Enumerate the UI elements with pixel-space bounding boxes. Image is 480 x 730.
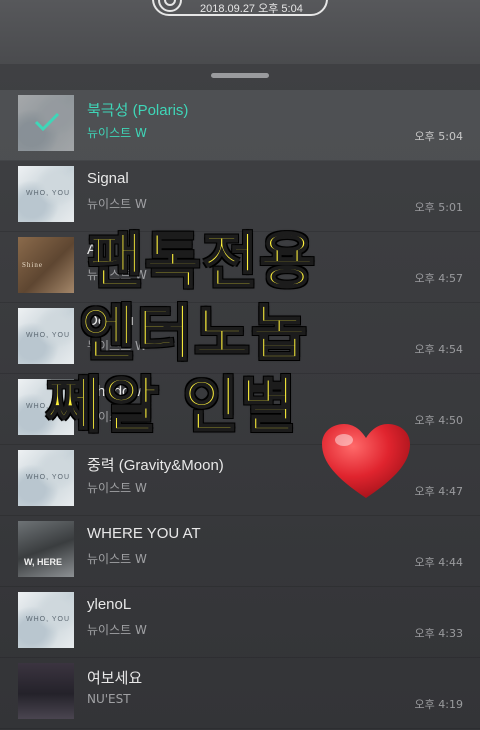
- song-row[interactable]: WHO, YOU Dejavu 뉴이스트 W 오후 4:54: [0, 303, 480, 374]
- album-art: WHO, YOU: [18, 166, 74, 222]
- album-art: WHO, YOU: [18, 450, 74, 506]
- song-artist: 뉴이스트 W: [87, 197, 147, 211]
- record-icon: [158, 0, 182, 12]
- song-row[interactable]: W, HERE WHERE YOU AT 뉴이스트 W 오후 4:44: [0, 516, 480, 587]
- song-row[interactable]: Shine A 뉴이스트 W 오후 4:57: [0, 232, 480, 303]
- song-title: WHERE YOU AT: [87, 525, 201, 542]
- album-art: [18, 663, 74, 719]
- album-art: W, HERE: [18, 521, 74, 577]
- song-artist: 뉴이스트 W: [87, 552, 147, 566]
- album-art: WHO, YOU: [18, 308, 74, 364]
- song-row[interactable]: WHO, YOU Shadow 뉴이스트 W 오후 4:50: [0, 374, 480, 445]
- song-list: 북극성 (Polaris) 뉴이스트 W 오후 5:04 WHO, YOU Si…: [0, 90, 480, 729]
- top-bar: 2018.09.27 오후 5:04: [0, 0, 480, 64]
- song-time: 오후 4:54: [414, 343, 463, 356]
- album-art: Shine: [18, 237, 74, 293]
- song-time: 오후 4:33: [414, 627, 463, 640]
- song-time: 오후 4:50: [414, 414, 463, 427]
- song-row[interactable]: WHO, YOU ylenoL 뉴이스트 W 오후 4:33: [0, 587, 480, 658]
- song-time: 오후 5:04: [414, 130, 463, 143]
- album-art: WHO, YOU: [18, 379, 74, 435]
- drag-handle[interactable]: [211, 73, 269, 78]
- date-text: 2018.09.27 오후 5:04: [200, 3, 303, 15]
- song-artist: 뉴이스트 W: [87, 481, 147, 495]
- song-artist: 뉴이스트 W: [87, 623, 147, 637]
- album-art: WHO, YOU: [18, 592, 74, 648]
- song-time: 오후 4:47: [414, 485, 463, 498]
- check-icon: [34, 112, 60, 132]
- song-time: 오후 4:44: [414, 556, 463, 569]
- song-artist: 뉴이스트 W: [87, 126, 147, 140]
- song-row[interactable]: 북극성 (Polaris) 뉴이스트 W 오후 5:04: [0, 90, 480, 161]
- song-row[interactable]: 여보세요 NU'EST 오후 4:19: [0, 658, 480, 729]
- song-title: 여보세요: [87, 670, 143, 687]
- song-title: Shadow: [87, 383, 142, 400]
- song-time: 오후 4:57: [414, 272, 463, 285]
- song-artist: 뉴이스트 W: [87, 410, 147, 424]
- song-title: Signal: [87, 170, 129, 187]
- song-title: Dejavu: [87, 312, 134, 329]
- song-row[interactable]: WHO, YOU Signal 뉴이스트 W 오후 5:01: [0, 161, 480, 232]
- song-time: 오후 5:01: [414, 201, 463, 214]
- song-title: ylenoL: [87, 596, 132, 613]
- song-artist: 뉴이스트 W: [87, 339, 147, 353]
- song-title: 북극성 (Polaris): [87, 102, 189, 119]
- song-title: 중력 (Gravity&Moon): [87, 457, 224, 474]
- song-row[interactable]: WHO, YOU 중력 (Gravity&Moon) 뉴이스트 W 오후 4:4…: [0, 445, 480, 516]
- song-time: 오후 4:19: [414, 698, 463, 711]
- song-artist: NU'EST: [87, 692, 131, 706]
- song-title: A: [87, 241, 98, 258]
- song-artist: 뉴이스트 W: [87, 268, 147, 282]
- date-pill[interactable]: 2018.09.27 오후 5:04: [152, 0, 328, 16]
- song-list-sheet: 북극성 (Polaris) 뉴이스트 W 오후 5:04 WHO, YOU Si…: [0, 64, 480, 730]
